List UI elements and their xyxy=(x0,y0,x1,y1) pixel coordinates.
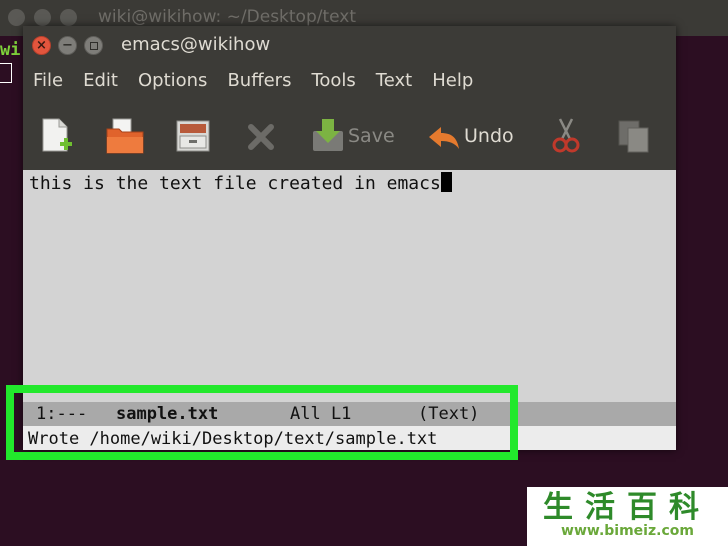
menu-text[interactable]: Text xyxy=(366,64,422,100)
dired-button[interactable] xyxy=(175,116,211,156)
echo-message: Wrote /home/wiki/Desktop/text/sample.txt xyxy=(28,429,438,449)
copy-button[interactable] xyxy=(617,116,651,156)
terminal-cursor xyxy=(0,63,12,83)
maximize-window-button[interactable] xyxy=(84,36,103,55)
save-label: Save xyxy=(348,125,395,147)
terminal-prompt: wi xyxy=(0,40,21,60)
menu-bar: File Edit Options Buffers Tools Text Hel… xyxy=(23,64,676,100)
close-window-button[interactable]: × xyxy=(32,36,51,55)
menu-options[interactable]: Options xyxy=(128,64,217,100)
minimize-icon: − xyxy=(62,38,73,53)
undo-button[interactable]: Undo xyxy=(427,116,514,156)
close-x-icon xyxy=(248,124,274,150)
maximize-icon xyxy=(89,41,98,50)
toolbar: Save Undo xyxy=(23,102,676,168)
echo-area: Wrote /home/wiki/Desktop/text/sample.txt xyxy=(23,426,676,450)
emacs-window: × − emacs@wikihow File Edit Options Buff… xyxy=(23,26,676,450)
watermark-url: www.bimeiz.com xyxy=(561,523,694,539)
watermark-logo: 生活百科 xyxy=(543,490,711,523)
terminal-minimize-button[interactable] xyxy=(34,9,51,26)
mode-line-status: 1:--- xyxy=(36,404,88,424)
window-title: emacs@wikihow xyxy=(121,34,271,55)
new-file-icon xyxy=(42,118,72,152)
menu-tools[interactable]: Tools xyxy=(301,64,365,100)
text-buffer[interactable]: this is the text file created in emacs xyxy=(23,170,676,402)
mode-line-mode: (Text) xyxy=(418,404,480,424)
open-folder-icon xyxy=(106,118,144,154)
save-button[interactable]: Save xyxy=(311,116,395,156)
mode-line-position: All L1 xyxy=(290,404,352,424)
terminal-close-button[interactable] xyxy=(8,9,25,26)
svg-text:生活百科: 生活百科 xyxy=(543,490,711,523)
kill-buffer-button[interactable] xyxy=(245,116,277,156)
terminal-maximize-button[interactable] xyxy=(60,9,77,26)
undo-label: Undo xyxy=(464,125,514,147)
save-icon xyxy=(313,119,343,151)
menu-edit[interactable]: Edit xyxy=(73,64,128,100)
menu-file[interactable]: File xyxy=(23,64,73,100)
menu-help[interactable]: Help xyxy=(422,64,483,100)
watermark: 生活百科 www.bimeiz.com xyxy=(527,487,728,546)
terminal-title: wiki@wikihow: ~/Desktop/text xyxy=(98,7,357,27)
file-cabinet-icon xyxy=(176,120,210,152)
mode-line[interactable]: 1:--- sample.txt All L1 (Text) xyxy=(23,402,676,426)
open-file-button[interactable] xyxy=(105,116,145,156)
close-icon: × xyxy=(36,38,47,53)
buffer-text: this is the text file created in emacs xyxy=(29,173,441,194)
copy-icon xyxy=(618,120,649,153)
minimize-window-button[interactable]: − xyxy=(58,36,77,55)
new-file-button[interactable] xyxy=(39,116,75,156)
menu-buffers[interactable]: Buffers xyxy=(217,64,301,100)
undo-arrow-icon xyxy=(429,127,459,149)
emacs-titlebar: × − emacs@wikihow xyxy=(23,26,676,64)
cut-button[interactable] xyxy=(551,116,581,156)
mode-line-filename: sample.txt xyxy=(116,404,219,424)
scissors-icon xyxy=(552,118,580,153)
buffer-text-line: this is the text file created in emacs xyxy=(29,172,452,196)
text-cursor xyxy=(440,172,452,192)
